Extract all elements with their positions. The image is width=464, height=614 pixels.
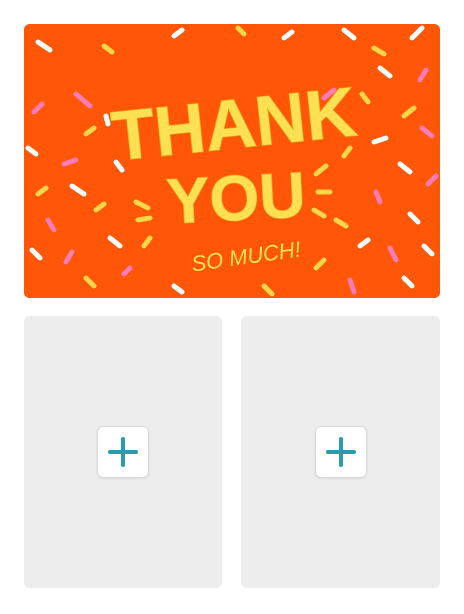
thank-you-card-image[interactable]: THANK YOU SO MUCH! <box>24 24 440 298</box>
add-photo-button-left[interactable] <box>97 426 149 478</box>
screen: THANK YOU SO MUCH! <box>0 0 464 614</box>
card-line-you: YOU <box>165 158 307 237</box>
thank-you-card-art: THANK YOU SO MUCH! <box>24 24 440 298</box>
plus-icon <box>325 437 356 467</box>
photo-slot-left[interactable] <box>24 316 222 588</box>
photo-slot-right[interactable] <box>241 316 440 588</box>
add-photo-button-right[interactable] <box>314 426 367 478</box>
plus-icon <box>108 437 138 467</box>
